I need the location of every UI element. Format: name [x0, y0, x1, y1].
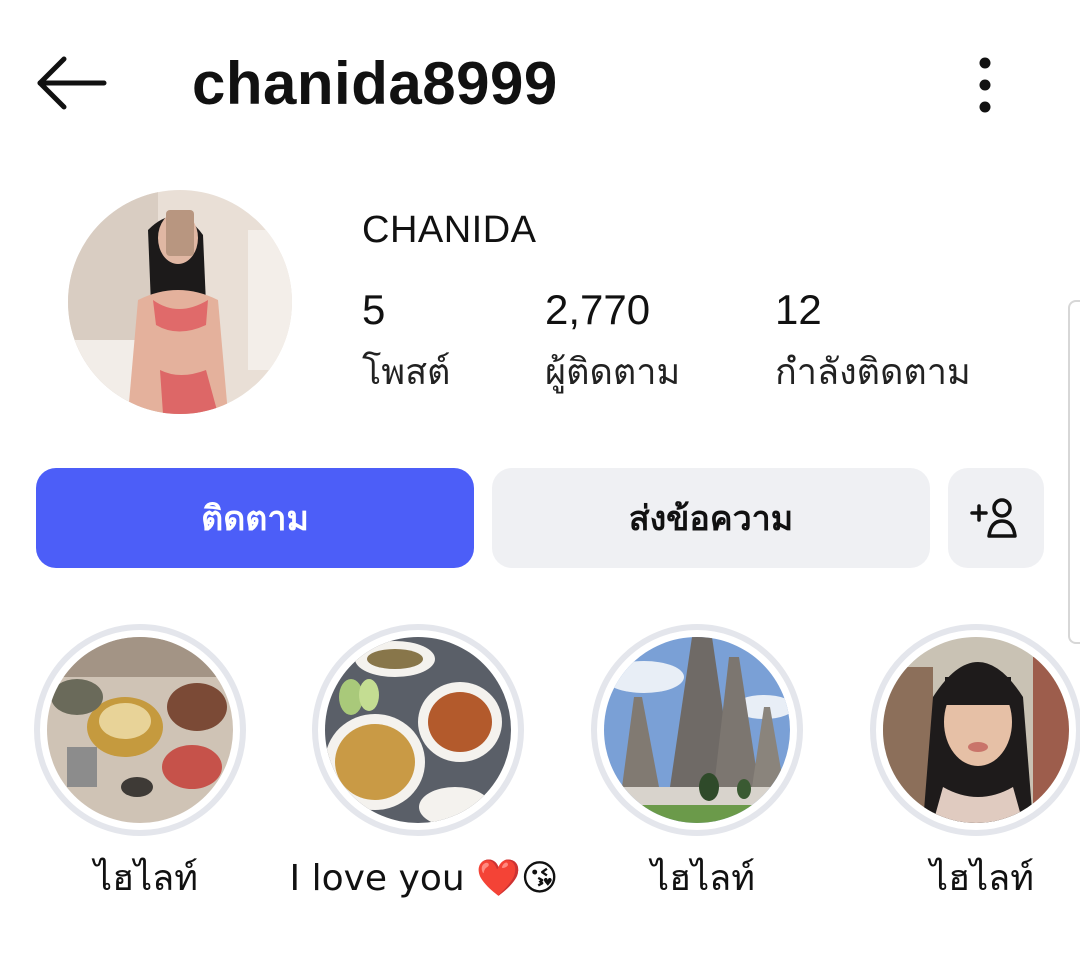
message-button[interactable]: ส่งข้อความ	[492, 468, 930, 568]
highlight-ring	[312, 624, 524, 836]
follow-button[interactable]: ติดตาม	[36, 468, 474, 568]
stat-followers-value: 2,770	[545, 286, 651, 333]
profile-username: chanida8999	[192, 50, 558, 117]
highlight-item[interactable]: ไฮไลท์	[591, 624, 815, 899]
stat-following-value: 12	[775, 286, 822, 333]
stat-following-label: กำลังติดตาม	[775, 352, 971, 393]
scrollbar-edge[interactable]	[1068, 300, 1080, 644]
highlight-cover-food-table	[47, 637, 233, 823]
person-plus-icon	[970, 498, 1017, 538]
stat-posts-label: โพสต์	[362, 352, 451, 393]
highlight-item[interactable]: ไฮไลท์	[34, 624, 258, 899]
highlight-item[interactable]: ไฮไลท์	[870, 624, 1080, 899]
back-button[interactable]	[36, 52, 108, 114]
highlight-cover-selfie	[883, 637, 1069, 823]
stat-followers-label: ผู้ติดตาม	[545, 352, 681, 393]
more-vertical-icon	[979, 57, 991, 113]
highlight-ring	[34, 624, 246, 836]
more-options-button[interactable]	[960, 50, 1010, 120]
stat-followers[interactable]: 2,770 ผู้ติดตาม	[545, 282, 680, 398]
stat-posts-value: 5	[362, 286, 386, 333]
highlight-item[interactable]: I love you ❤️😘	[290, 624, 558, 899]
highlight-ring	[870, 624, 1080, 836]
arrow-left-icon	[37, 56, 107, 110]
highlight-label: ไฮไลท์	[930, 858, 1034, 899]
stat-following[interactable]: 12 กำลังติดตาม	[775, 282, 971, 398]
suggest-people-button[interactable]	[948, 468, 1044, 568]
stat-posts[interactable]: 5 โพสต์	[362, 282, 450, 398]
avatar-photo	[68, 190, 292, 414]
profile-display-name: CHANIDA	[362, 209, 537, 251]
profile-avatar[interactable]	[68, 190, 292, 414]
highlight-cover-thai-dishes	[325, 637, 511, 823]
highlight-ring	[591, 624, 803, 836]
highlight-cover-temple	[604, 637, 790, 823]
